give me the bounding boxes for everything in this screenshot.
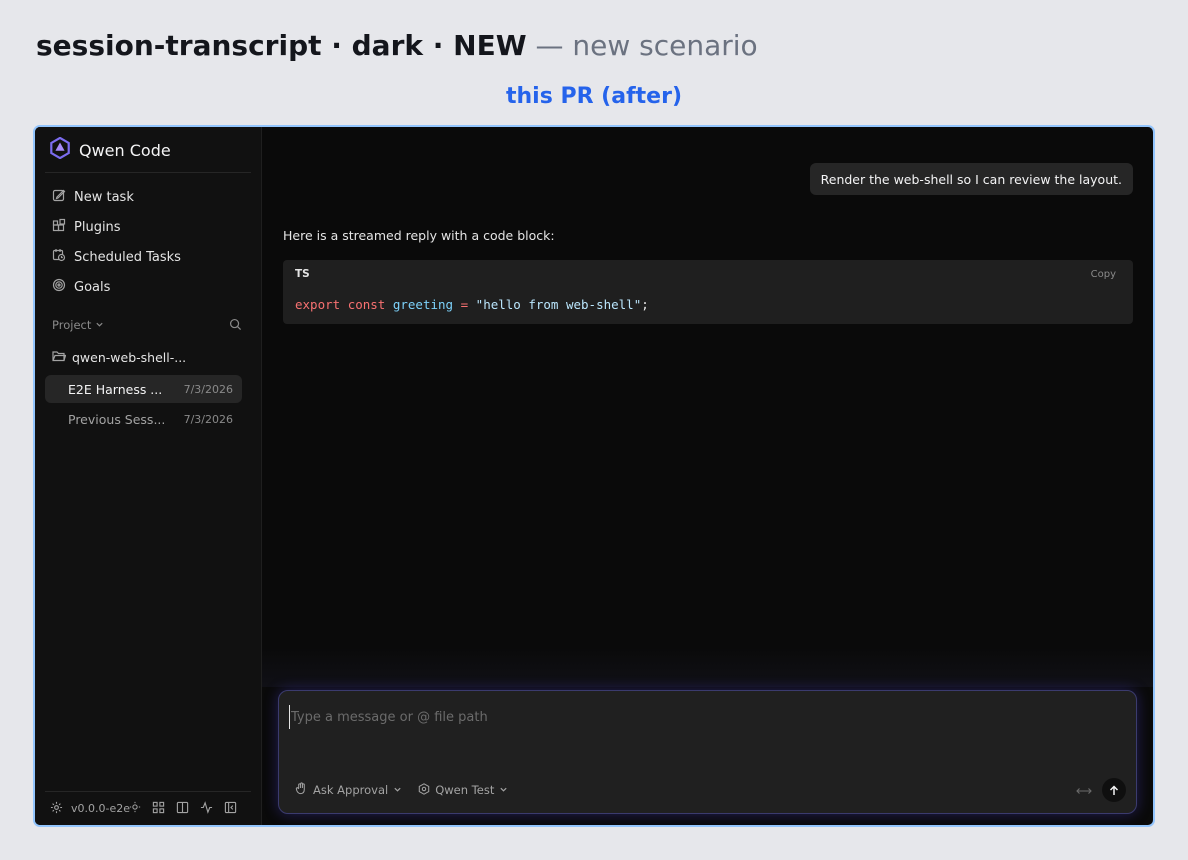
code-punctuation: ; xyxy=(641,297,649,312)
copy-button[interactable]: Copy xyxy=(1091,269,1116,280)
session-title: E2E Harness ... xyxy=(68,381,163,397)
message-input[interactable] xyxy=(289,705,989,729)
project-dropdown[interactable]: Project xyxy=(52,318,104,332)
expand-width-icon[interactable] xyxy=(1076,781,1092,800)
divider xyxy=(45,172,251,173)
chevron-down-icon xyxy=(95,318,104,332)
approval-mode-dropdown[interactable]: Ask Approval xyxy=(295,782,402,798)
page-subheading: this PR (after) xyxy=(505,84,682,109)
code-keyword: export xyxy=(295,297,341,312)
assistant-message: Here is a streamed reply with a code blo… xyxy=(283,228,555,243)
page-title-suffix: — new scenario xyxy=(526,29,758,62)
user-message: Render the web-shell so I can review the… xyxy=(809,163,1133,195)
nav-new-task[interactable]: New task xyxy=(45,183,252,211)
model-dropdown[interactable]: Qwen Test xyxy=(418,782,508,798)
project-folder[interactable]: qwen-web-shell-... xyxy=(52,346,186,368)
hand-icon xyxy=(295,782,308,798)
chevron-down-icon xyxy=(393,783,402,797)
composer: Ask Approval Qwen Test xyxy=(278,690,1137,814)
session-item[interactable]: Previous Sess... 7/3/2026 xyxy=(45,405,242,433)
composer-actions xyxy=(1076,778,1126,802)
page-heading: session-transcript · dark · NEW — new sc… xyxy=(36,28,758,64)
edit-icon xyxy=(52,188,66,206)
nav-plugins[interactable]: Plugins xyxy=(45,213,252,241)
code-language: TS xyxy=(295,268,310,280)
nav-scheduled-tasks[interactable]: Scheduled Tasks xyxy=(45,243,252,271)
sidebar-toggle-icon[interactable] xyxy=(224,801,237,817)
approval-label: Ask Approval xyxy=(313,783,389,797)
code-string: "hello from web-shell" xyxy=(475,297,642,312)
model-icon xyxy=(418,782,430,798)
project-header: Project xyxy=(52,315,242,335)
qwen-logo-icon xyxy=(49,136,71,163)
nav-goals[interactable]: Goals xyxy=(45,273,252,301)
scroll-fade xyxy=(262,647,1153,687)
version-label: v0.0.0-e2e xyxy=(71,802,131,815)
send-button[interactable] xyxy=(1102,778,1126,802)
chevron-down-icon xyxy=(499,783,508,797)
calendar-clock-icon xyxy=(52,248,66,266)
session-title: Previous Sess... xyxy=(68,411,166,427)
grid-icon[interactable] xyxy=(152,801,165,817)
brand[interactable]: Qwen Code xyxy=(49,136,171,163)
project-label: Project xyxy=(52,318,92,332)
brand-name: Qwen Code xyxy=(79,140,171,160)
session-item-active[interactable]: E2E Harness ... 7/3/2026 xyxy=(45,375,242,403)
folder-name: qwen-web-shell-... xyxy=(72,349,187,365)
split-view-icon[interactable] xyxy=(176,801,189,817)
code-keyword: const xyxy=(347,297,386,312)
target-icon xyxy=(52,278,66,296)
nav-label: Goals xyxy=(74,279,111,295)
sidebar-footer: v0.0.0-e2e xyxy=(45,791,251,825)
nav-label: Plugins xyxy=(74,219,121,235)
nav-label: New task xyxy=(74,189,134,205)
code-operator: = xyxy=(460,297,469,312)
theme-icon[interactable] xyxy=(129,801,141,816)
chat-panel: Render the web-shell so I can review the… xyxy=(262,127,1153,825)
nav-label: Scheduled Tasks xyxy=(74,249,181,265)
session-date: 7/3/2026 xyxy=(183,412,233,426)
page-title: session-transcript · dark · NEW xyxy=(36,29,527,62)
folder-open-icon xyxy=(52,350,67,365)
code-identifier: greeting xyxy=(392,297,454,312)
model-label: Qwen Test xyxy=(435,783,495,797)
app-window: Qwen Code New task Plugins Scheduled Tas… xyxy=(33,125,1155,827)
plugins-icon xyxy=(52,218,66,236)
activity-icon[interactable] xyxy=(200,800,213,817)
session-date: 7/3/2026 xyxy=(183,382,233,396)
code-line: export const greeting = "hello from web-… xyxy=(295,297,649,312)
settings-icon[interactable] xyxy=(50,801,63,817)
sidebar: Qwen Code New task Plugins Scheduled Tas… xyxy=(35,127,262,825)
composer-controls: Ask Approval Qwen Test xyxy=(295,782,508,798)
search-icon[interactable] xyxy=(229,316,242,335)
arrow-up-icon xyxy=(1109,781,1119,800)
code-block: TS Copy export const greeting = "hello f… xyxy=(283,260,1133,324)
